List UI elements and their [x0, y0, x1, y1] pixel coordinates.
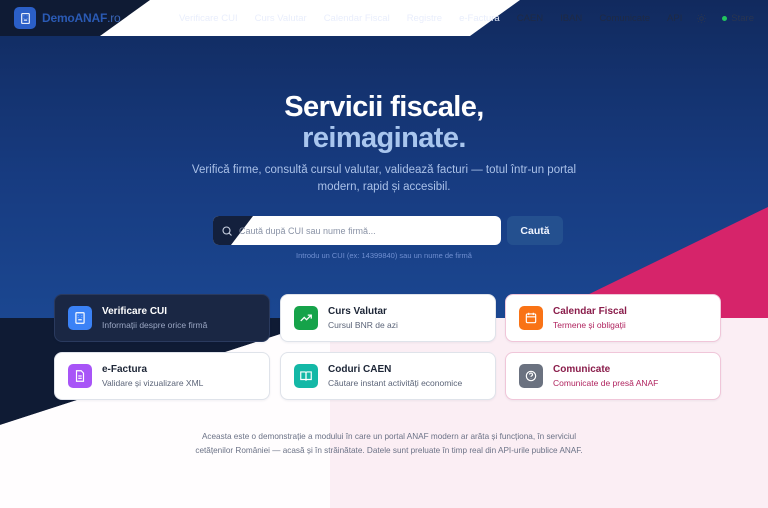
brand-home-link[interactable]: DemoANAF.ro: [14, 7, 121, 29]
building-icon: [68, 306, 92, 330]
nav-link-curs-valutar[interactable]: Curs Valutar: [246, 13, 315, 24]
card-title: e-Factura: [102, 363, 148, 375]
hero-title: Servicii fiscale,: [284, 91, 484, 123]
card-title: Verificare CUI: [102, 305, 168, 317]
help-circle-icon: [519, 364, 543, 388]
card-title: Calendar Fiscal: [553, 305, 627, 317]
card-title: Curs Valutar: [328, 305, 387, 317]
search-field[interactable]: [213, 216, 501, 245]
main-nav: Verificare CUI Curs Valutar Calendar Fis…: [170, 13, 690, 24]
search-form: Caută: [213, 216, 563, 245]
nav-link-caen[interactable]: CAEN: [508, 13, 551, 24]
card-coduri-caen[interactable]: Coduri CAEN Căutare instant activități e…: [280, 352, 496, 400]
nav-link-calendar-fiscal[interactable]: Calendar Fiscal: [315, 13, 398, 24]
card-calendar-fiscal[interactable]: Calendar Fiscal Termene și obligații: [505, 294, 721, 342]
calendar-icon: [519, 306, 543, 330]
hero-subtitle: Verifică firme, consultă cursul valutar,…: [191, 164, 577, 193]
card-description: Termene și obligații: [553, 319, 626, 330]
document-icon: [68, 364, 92, 388]
hero-title-accent: reimaginate.: [302, 122, 466, 154]
nav-link-e-factura[interactable]: e-Factura: [451, 13, 509, 24]
card-curs-valutar[interactable]: Curs Valutar Cursul BNR de azi: [280, 294, 496, 342]
card-description: Informații despre orice firmă: [102, 319, 208, 330]
card-e-factura[interactable]: e-Factura Validare și vizualizare XML: [54, 352, 270, 400]
card-description: Cursul BNR de azi: [328, 319, 398, 330]
search-hint: Introdu un CUI (ex: 14399840) sau un num…: [296, 251, 472, 260]
search-button[interactable]: Caută: [507, 216, 563, 245]
card-description: Comunicate de presă ANAF: [553, 377, 659, 388]
sun-icon[interactable]: [694, 11, 708, 25]
card-description: Căutare instant activități economice: [328, 377, 463, 388]
card-verificare-cui[interactable]: Verificare CUI Informații despre orice f…: [54, 294, 270, 342]
disclaimer-text: Aceasta este o demonstrație a modului în…: [195, 432, 583, 455]
hero-section: Servicii fiscale, reimaginate. Verifică …: [0, 92, 768, 196]
nav-link-api[interactable]: API: [659, 13, 691, 24]
status-indicator: [722, 15, 728, 21]
search-input[interactable]: [239, 225, 489, 236]
nav-link-iban[interactable]: IBAN: [552, 13, 591, 24]
nav-link-verificare-cui[interactable]: Verificare CUI: [170, 13, 246, 24]
building-icon: [14, 7, 36, 29]
card-title: Coduri CAEN: [328, 363, 392, 375]
search-icon: [222, 225, 232, 236]
status-link[interactable]: Stare: [722, 13, 754, 24]
book-icon: [294, 364, 318, 388]
trending-up-icon: [294, 306, 318, 330]
top-right-actions: Stare: [694, 11, 754, 25]
card-description: Validare și vizualizare XML: [102, 377, 204, 388]
status-label: Stare: [731, 12, 754, 24]
card-title: Comunicate: [553, 363, 611, 375]
brand-name: DemoANAF.ro: [42, 11, 121, 25]
nav-link-registre[interactable]: Registre: [398, 13, 450, 24]
top-navigation-bar: DemoANAF.ro Verificare CUI Curs Valutar …: [0, 0, 768, 36]
nav-link-comunicate[interactable]: Comunicate: [591, 13, 659, 24]
card-comunicate[interactable]: Comunicate Comunicate de presă ANAF: [505, 352, 721, 400]
